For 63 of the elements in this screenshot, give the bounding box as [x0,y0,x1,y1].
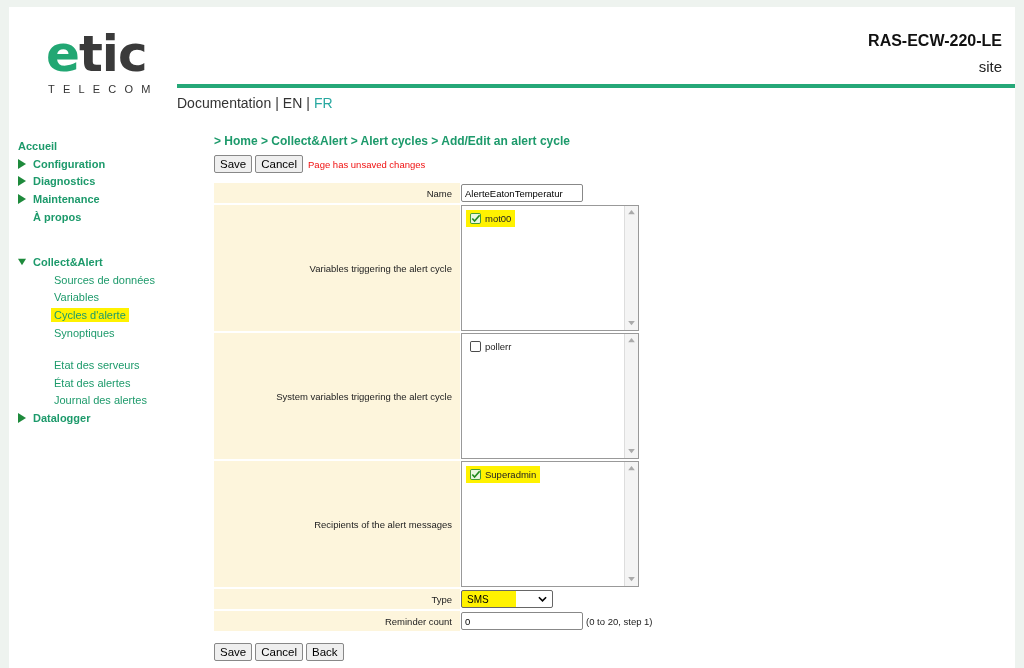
sidebar-subitem[interactable]: Synoptiques [51,326,118,341]
sidebar-item[interactable]: À propos [33,211,82,224]
sidebar-item[interactable]: Collect&Alert [33,255,103,268]
unsaved-warning: Page has unsaved changes [308,158,426,170]
form-button[interactable]: Back [306,643,344,661]
checkbox-list[interactable]: mot00 [461,205,639,331]
checkbox-list[interactable]: Superadmin [461,461,639,587]
field-label: System variables triggering the alert cycle [214,333,460,459]
sidebar-item[interactable]: Maintenance [33,193,100,206]
scroll-up-icon[interactable] [628,210,635,215]
checkbox-list[interactable]: pollerr [461,333,639,459]
scrollbar[interactable] [624,206,638,330]
language-link[interactable]: Documentation [177,95,272,111]
field-label: Name [214,183,460,203]
sidebar-subitem[interactable]: Cycles d'alerte [51,308,129,323]
sidebar-item[interactable]: Datalogger [33,412,91,425]
site-name: site [978,58,1002,75]
form-button[interactable]: Cancel [255,643,304,661]
scrollbar[interactable] [624,334,638,458]
scroll-down-icon[interactable] [628,321,635,326]
link-separator: | [306,95,310,111]
chevron-down-icon [538,596,547,602]
language-link[interactable]: EN [282,95,303,111]
checkbox[interactable] [470,213,481,224]
sidebar-subitem[interactable]: État des alertes [51,375,134,390]
collapse-arrow-icon[interactable] [18,256,26,267]
field-label: Type [214,589,460,609]
field-hint: (0 to 20, step 1) [586,615,653,627]
language-link[interactable]: FR [313,95,333,111]
form-button[interactable]: Save [214,643,253,661]
sidebar-item[interactable]: Configuration [33,157,106,170]
field-label: Variables triggering the alert cycle [214,205,460,331]
type-dropdown[interactable]: SMS [461,590,553,608]
field-label: Recipients of the alert messages [214,461,460,587]
checkbox[interactable] [470,341,481,352]
form-button[interactable]: Cancel [255,155,304,173]
link-separator: | [275,95,279,111]
sidebar-subitem[interactable]: Journal des alertes [51,393,150,408]
expand-arrow-icon[interactable] [18,176,26,187]
breadcrumb: > Home > Collect&Alert > Alert cycles > Add/Edit an alert cycle [214,134,571,148]
field-label: Reminder count [214,611,460,631]
text-field[interactable]: AlerteEatonTemperatur [461,184,583,202]
scroll-up-icon[interactable] [628,466,635,471]
list-item-label: Superadmin [485,469,537,480]
sidebar-subitem[interactable]: Variables [51,290,103,305]
scroll-down-icon[interactable] [628,449,635,454]
device-name: RAS-ECW-220-LE [868,32,1002,50]
list-item-label: mot00 [485,213,512,224]
scrollbar[interactable] [624,462,638,586]
sidebar-subitem[interactable]: Sources de données [51,272,158,287]
scroll-down-icon[interactable] [628,577,635,582]
scroll-up-icon[interactable] [628,338,635,343]
expand-arrow-icon[interactable] [18,194,26,205]
text-field[interactable]: 0 [461,612,583,630]
expand-arrow-icon[interactable] [18,158,26,169]
sidebar-subitem[interactable]: Etat des serveurs [51,357,143,372]
sidebar-item[interactable]: Diagnostics [33,175,96,188]
expand-arrow-icon[interactable] [18,413,26,424]
etic-logo: etic TELECOM [45,24,160,97]
list-item-label: pollerr [485,341,512,352]
form-button[interactable]: Save [214,155,253,173]
checkbox[interactable] [470,469,481,480]
sidebar-item[interactable]: Accueil [18,139,58,152]
